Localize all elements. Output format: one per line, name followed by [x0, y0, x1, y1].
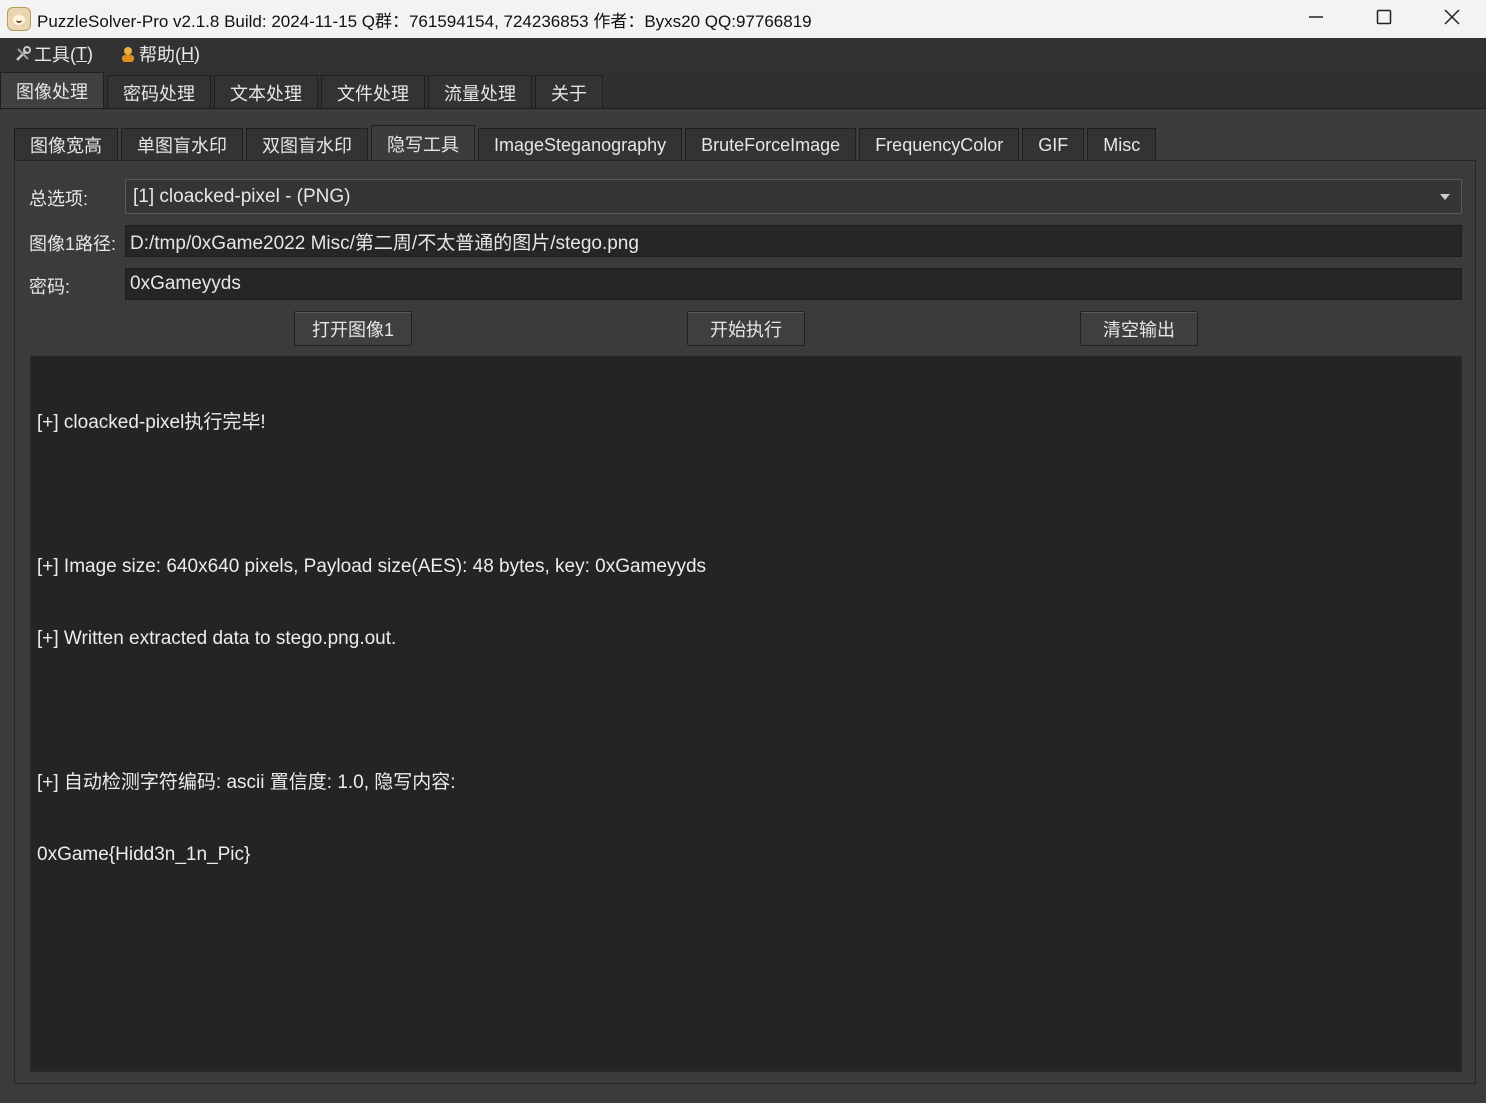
- tab-gif[interactable]: GIF: [1022, 128, 1085, 161]
- tab-frequency-color[interactable]: FrequencyColor: [859, 128, 1020, 161]
- output-line: [+] 自动检测字符编码: ascii 置信度: 1.0, 隐写内容:: [37, 772, 456, 793]
- output-line: [+] Written extracted data to stego.png.…: [37, 628, 397, 649]
- menu-bar: 工具(T) 帮助(H): [0, 38, 1486, 70]
- tab-brute-force-image[interactable]: BruteForceImage: [685, 128, 857, 161]
- menu-help-mnemonic: H: [181, 43, 194, 64]
- main-tab-bar: 图像处理 密码处理 文本处理 文件处理 流量处理 关于: [0, 72, 606, 109]
- password-label: 密码:: [29, 277, 71, 297]
- minimize-button[interactable]: [1282, 0, 1350, 34]
- tab-file-processing[interactable]: 文件处理: [321, 75, 425, 109]
- tab-about[interactable]: 关于: [535, 75, 603, 109]
- output-line: [+] cloacked-pixel执行完毕!: [37, 412, 266, 433]
- output-textarea[interactable]: [+] cloacked-pixel执行完毕! [+] Image size: …: [30, 356, 1462, 1072]
- output-line: 0xGame{Hidd3n_1n_Pic}: [37, 844, 251, 865]
- tab-traffic-processing[interactable]: 流量处理: [428, 75, 532, 109]
- menu-help-label-suffix: ): [194, 43, 200, 64]
- tab-stego-tools[interactable]: 隐写工具: [371, 125, 475, 161]
- start-button[interactable]: 开始执行: [687, 311, 805, 346]
- maximize-icon: [1376, 9, 1392, 25]
- tab-misc[interactable]: Misc: [1087, 128, 1157, 161]
- minimize-icon: [1309, 16, 1323, 18]
- tab-single-blind-watermark[interactable]: 单图盲水印: [121, 128, 243, 161]
- tab-image-steganography[interactable]: ImageSteganography: [478, 128, 683, 161]
- tab-image-processing[interactable]: 图像处理: [0, 72, 104, 109]
- image-path-label: 图像1路径:: [29, 234, 117, 254]
- alpaca-icon: [7, 7, 31, 31]
- option-select[interactable]: [1] cloacked-pixel - (PNG): [125, 179, 1462, 214]
- help-person-icon: [122, 47, 134, 62]
- menu-help-label-prefix: 帮助(: [139, 45, 181, 65]
- close-icon: [1444, 9, 1460, 25]
- clear-output-button[interactable]: 清空输出: [1080, 311, 1198, 346]
- window-title: PuzzleSolver-Pro v2.1.8 Build: 2024-11-1…: [37, 11, 812, 31]
- open-image-button[interactable]: 打开图像1: [294, 311, 412, 346]
- tab-text-processing[interactable]: 文本处理: [214, 75, 318, 109]
- tab-image-size[interactable]: 图像宽高: [14, 128, 118, 161]
- title-bar: PuzzleSolver-Pro v2.1.8 Build: 2024-11-1…: [0, 0, 1486, 38]
- chevron-down-icon: [1440, 194, 1450, 200]
- maximize-button[interactable]: [1350, 0, 1418, 34]
- close-button[interactable]: [1418, 0, 1486, 34]
- tab-dual-blind-watermark[interactable]: 双图盲水印: [246, 128, 368, 161]
- menu-tools-mnemonic: T: [76, 43, 87, 64]
- option-label: 总选项:: [29, 189, 89, 209]
- bottom-margin: [0, 1085, 1486, 1103]
- menu-help[interactable]: 帮助(H): [105, 38, 212, 70]
- menu-tools-label-prefix: 工具(: [34, 45, 76, 65]
- option-select-value: [1] cloacked-pixel - (PNG): [133, 185, 351, 207]
- password-input[interactable]: 0xGameyyds: [125, 268, 1462, 300]
- sub-tab-bar: 图像宽高 单图盲水印 双图盲水印 隐写工具 ImageSteganography…: [14, 125, 1159, 161]
- tools-icon: [16, 46, 31, 61]
- menu-tools-label-suffix: ): [87, 43, 93, 64]
- image-path-input[interactable]: D:/tmp/0xGame2022 Misc/第二周/不太普通的图片/stego…: [125, 225, 1462, 257]
- window-controls: [1282, 0, 1486, 38]
- output-line: [+] Image size: 640x640 pixels, Payload …: [37, 556, 707, 577]
- menu-tools[interactable]: 工具(T): [0, 38, 105, 70]
- tab-crypto-processing[interactable]: 密码处理: [107, 75, 211, 109]
